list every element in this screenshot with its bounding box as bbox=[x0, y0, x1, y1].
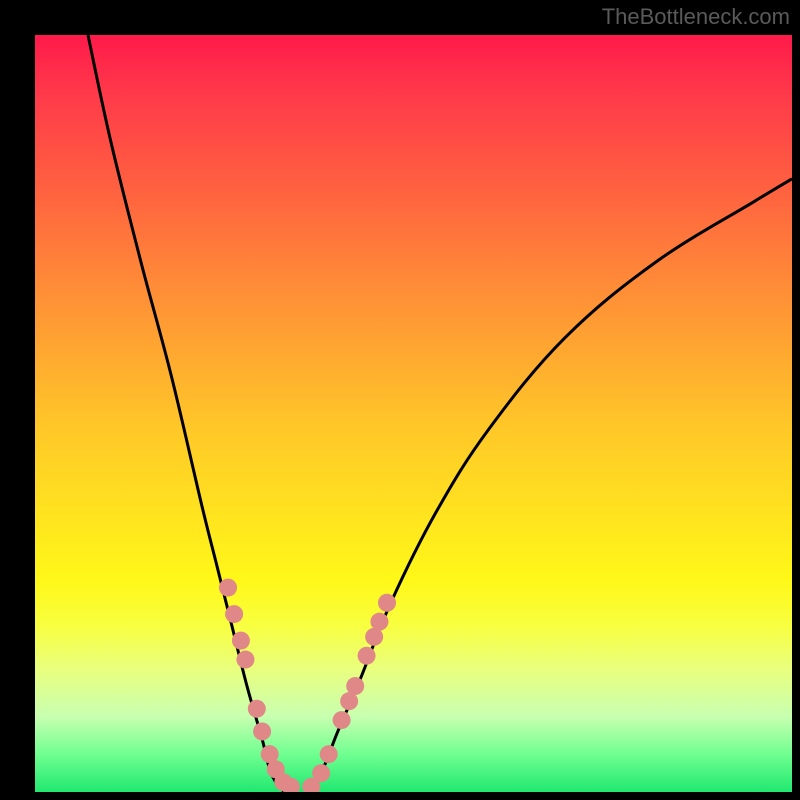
left-curve bbox=[88, 35, 285, 792]
right-dots-point bbox=[370, 613, 388, 631]
chart-svg bbox=[35, 35, 792, 792]
left-dots-point bbox=[253, 722, 271, 740]
watermark-text: TheBottleneck.com bbox=[602, 4, 790, 30]
right-curve bbox=[308, 179, 792, 792]
right-dots-point bbox=[333, 711, 351, 729]
chart-plot-area bbox=[35, 35, 792, 792]
curve-layer bbox=[88, 35, 792, 792]
left-dots-point bbox=[248, 700, 266, 718]
left-dots-point bbox=[225, 605, 243, 623]
left-dots-point bbox=[236, 651, 254, 669]
right-dots-point bbox=[346, 677, 364, 695]
right-dots-point bbox=[312, 764, 330, 782]
right-dots-point bbox=[378, 594, 396, 612]
left-dots-point bbox=[232, 632, 250, 650]
left-dots-point bbox=[219, 579, 237, 597]
right-dots-point bbox=[358, 647, 376, 665]
right-dots-point bbox=[320, 745, 338, 763]
